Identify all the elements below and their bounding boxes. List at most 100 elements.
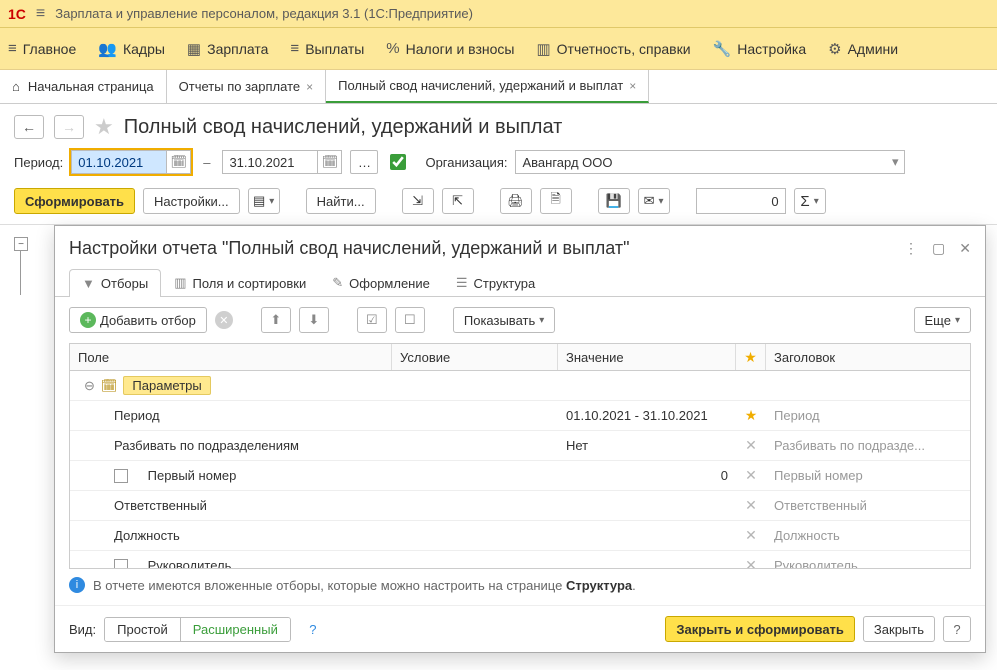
add-filter-button[interactable]: +Добавить отбор bbox=[69, 307, 207, 333]
close-and-generate-button[interactable]: Закрыть и сформировать bbox=[665, 616, 855, 642]
chevron-down-icon: ▾ bbox=[892, 154, 899, 170]
col-value[interactable]: Значение bbox=[558, 344, 736, 370]
filter-row-responsible[interactable]: Ответственный ✕ Ответственный bbox=[70, 491, 970, 521]
date-to-field[interactable]: 31.10.2021 🗓 bbox=[222, 150, 342, 174]
help-icon[interactable]: ? bbox=[299, 616, 327, 642]
star-icon[interactable]: ★ bbox=[745, 407, 758, 424]
wallet-icon: ≡ bbox=[290, 40, 299, 57]
tab-label: Полный свод начислений, удержаний и выпл… bbox=[338, 78, 623, 93]
section-reports[interactable]: ▥Отчетность, справки bbox=[536, 40, 690, 58]
calendar-icon[interactable]: 🗓 bbox=[318, 150, 342, 174]
range-dash: – bbox=[199, 155, 214, 170]
tab-reports[interactable]: Отчеты по зарплате × bbox=[167, 70, 326, 103]
group-row-parameters[interactable]: ⊖ 🗓 Параметры bbox=[70, 371, 970, 401]
section-label: Главное bbox=[23, 41, 77, 57]
filter-row-manager[interactable]: Руководитель ✕ Руководитель bbox=[70, 551, 970, 569]
dialog-maximize-icon[interactable]: ▢ bbox=[932, 240, 945, 257]
row-checkbox[interactable] bbox=[114, 469, 128, 483]
collapse-button[interactable]: ⇱ bbox=[442, 188, 474, 214]
move-down-button[interactable]: ⬇ bbox=[299, 307, 329, 333]
preview-button[interactable]: 🗎 bbox=[540, 188, 572, 214]
x-icon[interactable]: ✕ bbox=[745, 497, 757, 514]
filter-row-first-number[interactable]: Первый номер 0 ✕ Первый номер bbox=[70, 461, 970, 491]
filter-row-position[interactable]: Должность ✕ Должность bbox=[70, 521, 970, 551]
variants-button[interactable]: ▤▾ bbox=[248, 188, 280, 214]
more-button[interactable]: Еще ▾ bbox=[914, 307, 971, 333]
tab-label: Начальная страница bbox=[28, 79, 154, 94]
section-main[interactable]: ≡Главное bbox=[8, 40, 76, 57]
date-from-field[interactable]: 01.10.2021 🗓 bbox=[71, 150, 191, 174]
settings-button[interactable]: Настройки... bbox=[143, 188, 240, 214]
dialog-close-icon[interactable]: ✕ bbox=[959, 240, 971, 257]
outline-toggle[interactable]: − bbox=[14, 237, 28, 251]
x-icon[interactable]: ✕ bbox=[745, 527, 757, 544]
uncheck-all-button[interactable]: ☐ bbox=[395, 307, 425, 333]
clear-filter-button[interactable]: ✕ bbox=[215, 311, 233, 329]
period-picker-button[interactable]: … bbox=[350, 150, 378, 174]
dtab-filters[interactable]: ▼Отборы bbox=[69, 269, 161, 297]
back-button[interactable]: ← bbox=[14, 115, 44, 139]
dialog-more-icon[interactable]: ⋮ bbox=[904, 240, 918, 257]
expand-button[interactable]: ⇲ bbox=[402, 188, 434, 214]
filter-row-split-by-dept[interactable]: Разбивать по подразделениям Нет ✕ Разбив… bbox=[70, 431, 970, 461]
dtab-fields[interactable]: ▥Поля и сортировки bbox=[161, 268, 319, 297]
filter-row-period[interactable]: Период 01.10.2021 - 31.10.2021 ★ Период bbox=[70, 401, 970, 431]
tab-home[interactable]: ⌂ Начальная страница bbox=[0, 70, 167, 103]
funnel-icon: ▼ bbox=[82, 276, 95, 291]
close-button[interactable]: Закрыть bbox=[863, 616, 935, 642]
section-label: Кадры bbox=[123, 41, 165, 57]
x-icon[interactable]: ✕ bbox=[745, 437, 757, 454]
x-icon[interactable]: ✕ bbox=[745, 557, 757, 569]
dialog-header: Настройки отчета "Полный свод начислений… bbox=[55, 226, 985, 267]
date-to-value[interactable]: 31.10.2021 bbox=[222, 150, 318, 174]
col-caption[interactable]: Заголовок bbox=[766, 344, 970, 370]
calendar-icon[interactable]: 🗓 bbox=[167, 150, 191, 174]
star-icon: ★ bbox=[744, 349, 757, 366]
print-button[interactable]: 🖨 bbox=[500, 188, 532, 214]
col-star[interactable]: ★ bbox=[736, 344, 766, 370]
section-admin[interactable]: ⚙Админи bbox=[828, 40, 898, 58]
x-icon[interactable]: ✕ bbox=[745, 467, 757, 484]
info-icon: i bbox=[69, 577, 85, 593]
check-all-button[interactable]: ☑ bbox=[357, 307, 387, 333]
dtab-design[interactable]: ✎Оформление bbox=[319, 268, 443, 297]
generate-button[interactable]: Сформировать bbox=[14, 188, 135, 214]
mail-button[interactable]: ✉▾ bbox=[638, 188, 670, 214]
columns-icon: ▥ bbox=[174, 275, 186, 291]
forward-button[interactable]: → bbox=[54, 115, 84, 139]
section-settings[interactable]: 🔧Настройка bbox=[713, 40, 807, 58]
close-icon[interactable]: × bbox=[629, 79, 636, 93]
org-select[interactable]: Авангард ООО ▾ bbox=[515, 150, 905, 174]
section-payments[interactable]: ≡Выплаты bbox=[290, 40, 364, 57]
col-field[interactable]: Поле bbox=[70, 344, 392, 370]
section-hr[interactable]: 👥Кадры bbox=[98, 40, 165, 58]
date-from-value[interactable]: 01.10.2021 bbox=[71, 150, 167, 174]
sum-button[interactable]: Σ▾ bbox=[794, 188, 826, 214]
view-advanced[interactable]: Расширенный bbox=[180, 618, 290, 641]
menu-icon[interactable]: ≡ bbox=[36, 5, 45, 23]
dtab-struct[interactable]: ☰Структура bbox=[443, 268, 548, 297]
view-mode-toggle[interactable]: Простой Расширенный bbox=[104, 617, 291, 642]
find-button[interactable]: Найти... bbox=[306, 188, 376, 214]
save-button[interactable]: 💾 bbox=[598, 188, 630, 214]
outline-gutter: − bbox=[14, 237, 28, 295]
close-icon[interactable]: × bbox=[306, 80, 313, 94]
favorite-star-icon[interactable]: ★ bbox=[94, 114, 114, 140]
show-dropdown[interactable]: Показывать ▾ bbox=[453, 307, 555, 333]
org-checkbox[interactable] bbox=[390, 154, 406, 170]
col-condition[interactable]: Условие bbox=[392, 344, 558, 370]
brush-icon: ✎ bbox=[332, 275, 343, 291]
view-simple[interactable]: Простой bbox=[105, 618, 180, 641]
row-checkbox[interactable] bbox=[114, 559, 128, 570]
help-button[interactable]: ? bbox=[943, 616, 971, 642]
calc-icon: ▦ bbox=[187, 40, 201, 58]
org-label: Организация: bbox=[425, 155, 507, 170]
number-spin[interactable]: 0 bbox=[696, 188, 786, 214]
wrench-icon: 🔧 bbox=[713, 40, 732, 58]
plus-icon: + bbox=[80, 312, 96, 328]
section-salary[interactable]: ▦Зарплата bbox=[187, 40, 269, 58]
section-taxes[interactable]: %Налоги и взносы bbox=[386, 40, 514, 57]
collapse-icon[interactable]: ⊖ bbox=[78, 378, 95, 394]
move-up-button[interactable]: ⬆ bbox=[261, 307, 291, 333]
tab-full-summary[interactable]: Полный свод начислений, удержаний и выпл… bbox=[326, 70, 649, 103]
